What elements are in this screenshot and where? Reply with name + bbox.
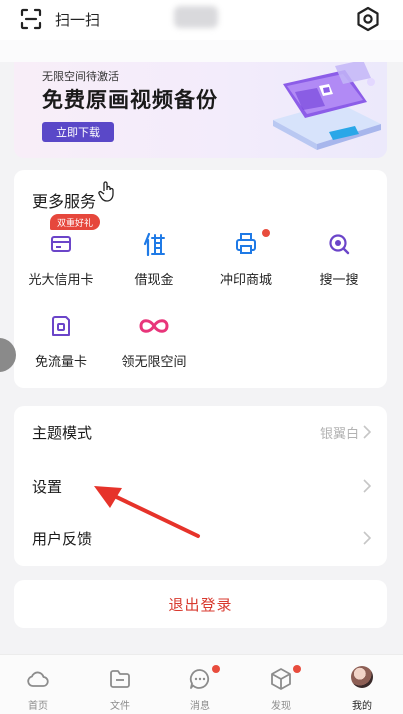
service-borrow-cash[interactable]: 借现金 xyxy=(109,232,199,294)
service-label: 借现金 xyxy=(134,273,174,288)
nav-me[interactable]: 我的 xyxy=(332,655,392,714)
nav-label: 发现 xyxy=(271,701,291,712)
top-bar: 扫一扫 xyxy=(0,0,403,40)
row-label: 主题模式 xyxy=(32,424,93,442)
row-label: 设置 xyxy=(32,478,63,496)
notification-dot xyxy=(212,665,220,673)
infinity-icon xyxy=(139,319,169,333)
service-unlimited-space[interactable]: 领无限空间 xyxy=(109,314,199,376)
service-search[interactable]: 搜一搜 xyxy=(294,232,384,294)
cube-icon xyxy=(271,668,291,690)
search-icon xyxy=(329,234,350,255)
chevron-right-icon xyxy=(363,479,371,493)
header-divider xyxy=(0,40,403,62)
nav-discover[interactable]: 发现 xyxy=(251,655,311,714)
avatar xyxy=(351,666,373,688)
row-label: 用户反馈 xyxy=(32,530,93,548)
chevron-right-icon xyxy=(363,531,371,545)
service-print-mall[interactable]: 冲印商城 xyxy=(201,232,291,294)
row-value: 银翼白 xyxy=(319,427,359,442)
promo-badge: 双重好礼 xyxy=(50,214,101,230)
service-free-data-card[interactable]: 免流量卡 xyxy=(16,314,106,376)
notification-dot xyxy=(262,229,270,237)
scan-icon[interactable] xyxy=(20,8,42,30)
printer-icon xyxy=(236,233,256,254)
annotation-arrow-icon xyxy=(94,486,200,538)
promo-banner[interactable]: 无限空间待激活 免费原画视频备份 立即下载 xyxy=(14,62,387,158)
more-services-card: 更多服务 光大信用卡 双重好礼 借现金 冲印商城 搜一搜 免流量卡 领无限空间 xyxy=(14,170,387,388)
cloud-icon xyxy=(27,671,49,687)
logout-button[interactable]: 退出登录 xyxy=(14,594,387,615)
hand-cursor-icon xyxy=(98,181,114,202)
nav-files[interactable]: 文件 xyxy=(90,655,150,714)
scan-label[interactable]: 扫一扫 xyxy=(55,9,100,30)
theme-mode-row[interactable]: 主题模式 银翼白 xyxy=(14,406,387,458)
banner-title: 免费原画视频备份 xyxy=(42,88,218,112)
credit-card-icon xyxy=(51,236,71,252)
message-icon xyxy=(189,669,210,689)
service-label: 免流量卡 xyxy=(34,355,87,370)
sim-card-icon xyxy=(52,316,70,336)
bottom-nav: 首页 文件 消息 发现 我的 xyxy=(0,654,403,714)
services-title: 更多服务 xyxy=(32,192,97,211)
nav-label: 消息 xyxy=(190,701,210,712)
gear-icon[interactable] xyxy=(355,6,381,32)
nav-label: 文件 xyxy=(110,701,130,712)
borrow-icon xyxy=(143,232,165,256)
nav-home[interactable]: 首页 xyxy=(8,655,68,714)
banner-subtitle: 无限空间待激活 xyxy=(42,70,119,83)
notification-dot xyxy=(293,665,301,673)
folder-icon xyxy=(110,670,130,688)
user-name-blurred xyxy=(174,6,218,28)
nav-label: 首页 xyxy=(28,701,48,712)
nav-label: 我的 xyxy=(352,701,372,712)
logout-card[interactable]: 退出登录 xyxy=(14,580,387,628)
chevron-right-icon xyxy=(363,425,371,439)
service-label: 领无限空间 xyxy=(121,355,187,370)
nav-messages[interactable]: 消息 xyxy=(170,655,230,714)
service-label: 冲印商城 xyxy=(219,273,272,288)
download-button[interactable]: 立即下载 xyxy=(42,122,114,142)
service-label: 搜一搜 xyxy=(319,273,359,288)
service-credit-card[interactable]: 光大信用卡 xyxy=(16,232,106,294)
service-label: 光大信用卡 xyxy=(28,273,94,288)
video-backup-illustration xyxy=(273,62,381,150)
